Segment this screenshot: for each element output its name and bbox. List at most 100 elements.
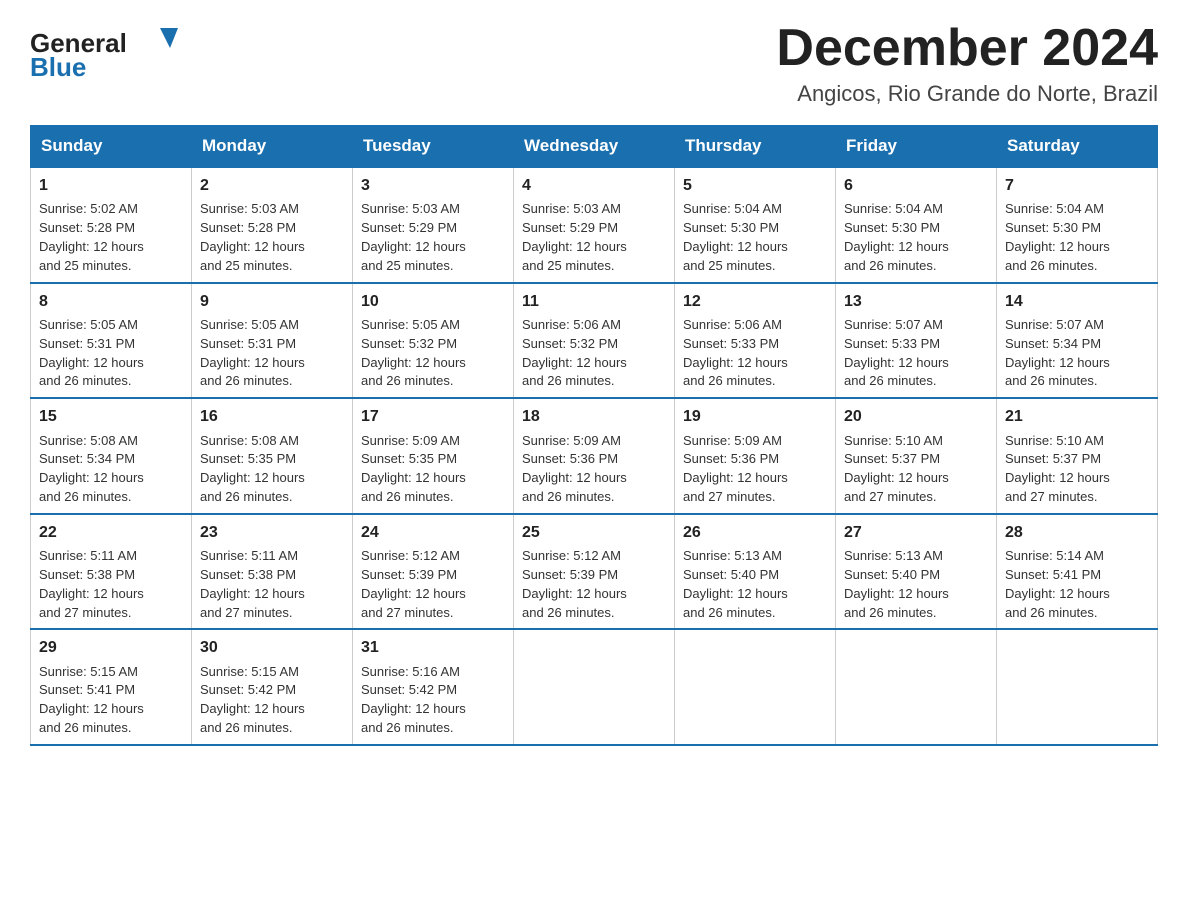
table-row: 8 Sunrise: 5:05 AM Sunset: 5:31 PM Dayli…	[31, 283, 192, 399]
location: Angicos, Rio Grande do Norte, Brazil	[776, 81, 1158, 107]
day-info: Sunrise: 5:13 AM Sunset: 5:40 PM Dayligh…	[844, 547, 988, 622]
col-friday: Friday	[836, 126, 997, 168]
table-row: 25 Sunrise: 5:12 AM Sunset: 5:39 PM Dayl…	[514, 514, 675, 630]
day-info: Sunrise: 5:09 AM Sunset: 5:35 PM Dayligh…	[361, 432, 505, 507]
day-number: 10	[361, 290, 505, 313]
day-number: 27	[844, 521, 988, 544]
table-row	[514, 629, 675, 745]
day-info: Sunrise: 5:03 AM Sunset: 5:29 PM Dayligh…	[361, 200, 505, 275]
table-row: 7 Sunrise: 5:04 AM Sunset: 5:30 PM Dayli…	[997, 167, 1158, 283]
day-info: Sunrise: 5:13 AM Sunset: 5:40 PM Dayligh…	[683, 547, 827, 622]
day-info: Sunrise: 5:09 AM Sunset: 5:36 PM Dayligh…	[683, 432, 827, 507]
day-info: Sunrise: 5:06 AM Sunset: 5:33 PM Dayligh…	[683, 316, 827, 391]
day-number: 25	[522, 521, 666, 544]
day-info: Sunrise: 5:12 AM Sunset: 5:39 PM Dayligh…	[361, 547, 505, 622]
table-row: 27 Sunrise: 5:13 AM Sunset: 5:40 PM Dayl…	[836, 514, 997, 630]
day-number: 26	[683, 521, 827, 544]
day-number: 14	[1005, 290, 1149, 313]
day-info: Sunrise: 5:08 AM Sunset: 5:35 PM Dayligh…	[200, 432, 344, 507]
day-info: Sunrise: 5:02 AM Sunset: 5:28 PM Dayligh…	[39, 200, 183, 275]
day-info: Sunrise: 5:15 AM Sunset: 5:42 PM Dayligh…	[200, 663, 344, 738]
day-number: 22	[39, 521, 183, 544]
table-row: 29 Sunrise: 5:15 AM Sunset: 5:41 PM Dayl…	[31, 629, 192, 745]
day-info: Sunrise: 5:07 AM Sunset: 5:33 PM Dayligh…	[844, 316, 988, 391]
month-title: December 2024	[776, 20, 1158, 77]
day-info: Sunrise: 5:06 AM Sunset: 5:32 PM Dayligh…	[522, 316, 666, 391]
day-info: Sunrise: 5:05 AM Sunset: 5:31 PM Dayligh…	[39, 316, 183, 391]
day-number: 9	[200, 290, 344, 313]
table-row: 13 Sunrise: 5:07 AM Sunset: 5:33 PM Dayl…	[836, 283, 997, 399]
day-info: Sunrise: 5:11 AM Sunset: 5:38 PM Dayligh…	[39, 547, 183, 622]
logo: General Blue	[30, 20, 190, 80]
table-row: 1 Sunrise: 5:02 AM Sunset: 5:28 PM Dayli…	[31, 167, 192, 283]
table-row	[997, 629, 1158, 745]
day-number: 17	[361, 405, 505, 428]
day-info: Sunrise: 5:03 AM Sunset: 5:28 PM Dayligh…	[200, 200, 344, 275]
day-info: Sunrise: 5:12 AM Sunset: 5:39 PM Dayligh…	[522, 547, 666, 622]
day-info: Sunrise: 5:08 AM Sunset: 5:34 PM Dayligh…	[39, 432, 183, 507]
table-row: 14 Sunrise: 5:07 AM Sunset: 5:34 PM Dayl…	[997, 283, 1158, 399]
day-number: 12	[683, 290, 827, 313]
col-monday: Monday	[192, 126, 353, 168]
day-number: 11	[522, 290, 666, 313]
day-number: 18	[522, 405, 666, 428]
day-info: Sunrise: 5:11 AM Sunset: 5:38 PM Dayligh…	[200, 547, 344, 622]
table-row: 9 Sunrise: 5:05 AM Sunset: 5:31 PM Dayli…	[192, 283, 353, 399]
day-number: 29	[39, 636, 183, 659]
day-number: 5	[683, 174, 827, 197]
calendar-week-row: 22 Sunrise: 5:11 AM Sunset: 5:38 PM Dayl…	[31, 514, 1158, 630]
table-row: 23 Sunrise: 5:11 AM Sunset: 5:38 PM Dayl…	[192, 514, 353, 630]
day-info: Sunrise: 5:03 AM Sunset: 5:29 PM Dayligh…	[522, 200, 666, 275]
day-number: 23	[200, 521, 344, 544]
calendar-week-row: 8 Sunrise: 5:05 AM Sunset: 5:31 PM Dayli…	[31, 283, 1158, 399]
table-row: 20 Sunrise: 5:10 AM Sunset: 5:37 PM Dayl…	[836, 398, 997, 514]
table-row: 6 Sunrise: 5:04 AM Sunset: 5:30 PM Dayli…	[836, 167, 997, 283]
day-number: 4	[522, 174, 666, 197]
title-area: December 2024 Angicos, Rio Grande do Nor…	[776, 20, 1158, 107]
day-info: Sunrise: 5:04 AM Sunset: 5:30 PM Dayligh…	[683, 200, 827, 275]
table-row: 16 Sunrise: 5:08 AM Sunset: 5:35 PM Dayl…	[192, 398, 353, 514]
col-saturday: Saturday	[997, 126, 1158, 168]
col-sunday: Sunday	[31, 126, 192, 168]
day-info: Sunrise: 5:09 AM Sunset: 5:36 PM Dayligh…	[522, 432, 666, 507]
table-row: 30 Sunrise: 5:15 AM Sunset: 5:42 PM Dayl…	[192, 629, 353, 745]
day-info: Sunrise: 5:05 AM Sunset: 5:32 PM Dayligh…	[361, 316, 505, 391]
col-tuesday: Tuesday	[353, 126, 514, 168]
col-thursday: Thursday	[675, 126, 836, 168]
day-number: 30	[200, 636, 344, 659]
day-info: Sunrise: 5:16 AM Sunset: 5:42 PM Dayligh…	[361, 663, 505, 738]
table-row: 21 Sunrise: 5:10 AM Sunset: 5:37 PM Dayl…	[997, 398, 1158, 514]
table-row: 28 Sunrise: 5:14 AM Sunset: 5:41 PM Dayl…	[997, 514, 1158, 630]
day-info: Sunrise: 5:10 AM Sunset: 5:37 PM Dayligh…	[844, 432, 988, 507]
table-row: 22 Sunrise: 5:11 AM Sunset: 5:38 PM Dayl…	[31, 514, 192, 630]
table-row: 4 Sunrise: 5:03 AM Sunset: 5:29 PM Dayli…	[514, 167, 675, 283]
table-row	[675, 629, 836, 745]
table-row: 19 Sunrise: 5:09 AM Sunset: 5:36 PM Dayl…	[675, 398, 836, 514]
day-info: Sunrise: 5:15 AM Sunset: 5:41 PM Dayligh…	[39, 663, 183, 738]
table-row: 26 Sunrise: 5:13 AM Sunset: 5:40 PM Dayl…	[675, 514, 836, 630]
day-number: 13	[844, 290, 988, 313]
day-number: 16	[200, 405, 344, 428]
table-row: 17 Sunrise: 5:09 AM Sunset: 5:35 PM Dayl…	[353, 398, 514, 514]
table-row: 24 Sunrise: 5:12 AM Sunset: 5:39 PM Dayl…	[353, 514, 514, 630]
day-number: 6	[844, 174, 988, 197]
day-number: 24	[361, 521, 505, 544]
table-row: 15 Sunrise: 5:08 AM Sunset: 5:34 PM Dayl…	[31, 398, 192, 514]
col-wednesday: Wednesday	[514, 126, 675, 168]
day-info: Sunrise: 5:10 AM Sunset: 5:37 PM Dayligh…	[1005, 432, 1149, 507]
day-number: 21	[1005, 405, 1149, 428]
day-number: 2	[200, 174, 344, 197]
svg-text:Blue: Blue	[30, 52, 86, 80]
day-number: 28	[1005, 521, 1149, 544]
calendar-week-row: 15 Sunrise: 5:08 AM Sunset: 5:34 PM Dayl…	[31, 398, 1158, 514]
day-number: 20	[844, 405, 988, 428]
day-number: 15	[39, 405, 183, 428]
calendar-table: Sunday Monday Tuesday Wednesday Thursday…	[30, 125, 1158, 746]
table-row: 12 Sunrise: 5:06 AM Sunset: 5:33 PM Dayl…	[675, 283, 836, 399]
day-info: Sunrise: 5:04 AM Sunset: 5:30 PM Dayligh…	[844, 200, 988, 275]
table-row: 10 Sunrise: 5:05 AM Sunset: 5:32 PM Dayl…	[353, 283, 514, 399]
table-row: 18 Sunrise: 5:09 AM Sunset: 5:36 PM Dayl…	[514, 398, 675, 514]
day-number: 1	[39, 174, 183, 197]
table-row: 3 Sunrise: 5:03 AM Sunset: 5:29 PM Dayli…	[353, 167, 514, 283]
day-number: 8	[39, 290, 183, 313]
